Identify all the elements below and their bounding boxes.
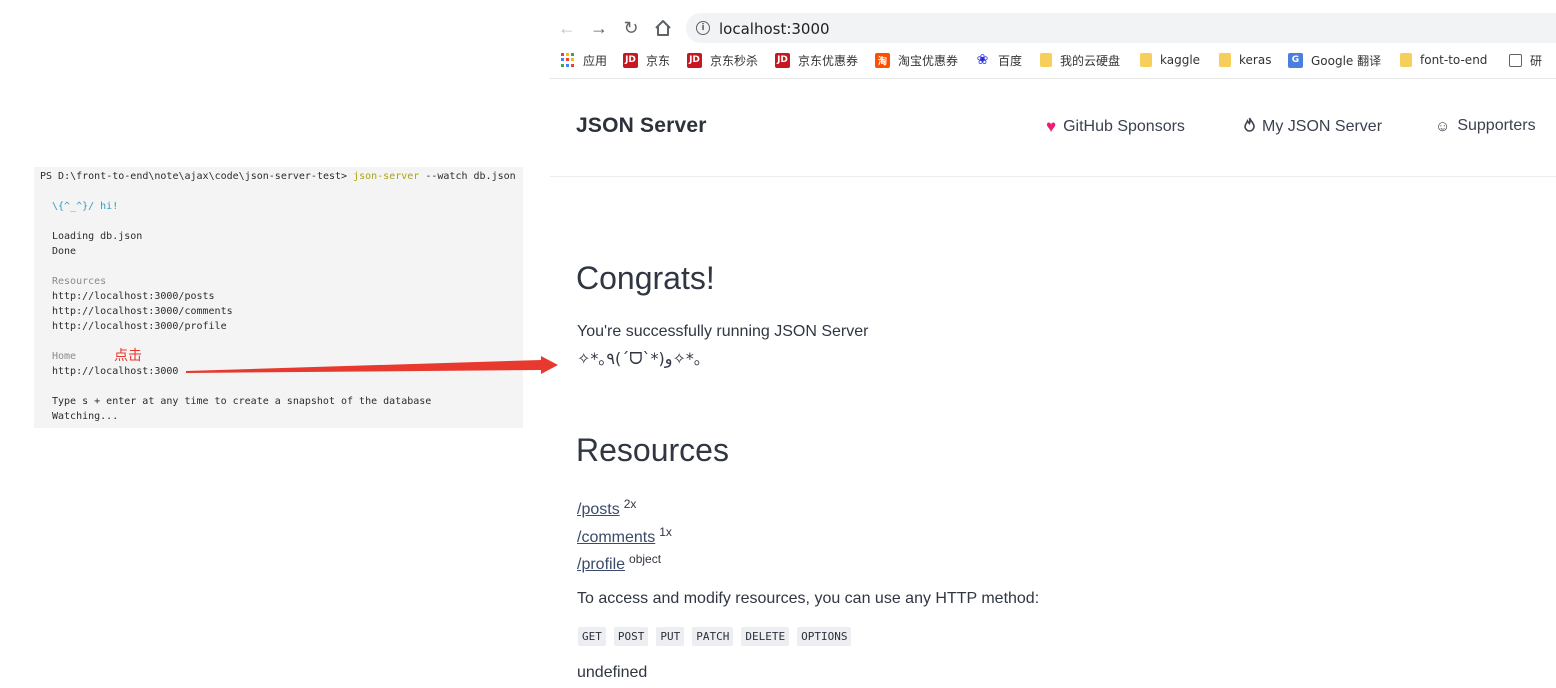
json-server-page: JSON Server ♥ GitHub Sponsors My JSON Se…: [550, 79, 1556, 688]
resource-link-profile[interactable]: /profile: [577, 556, 625, 573]
resource-badge: object: [629, 552, 662, 566]
resources-heading: Resources: [576, 432, 729, 468]
folder-icon: [1040, 53, 1052, 67]
site-header: JSON Server ♥ GitHub Sponsors My JSON Se…: [550, 79, 1556, 177]
bookmark-label: 京东秒杀: [710, 53, 759, 68]
resource-badge: 2x: [623, 497, 637, 511]
bookmark-label: 京东优惠券: [798, 53, 859, 68]
bookmark-label: 我的云硬盘: [1060, 53, 1121, 68]
resource-link-posts[interactable]: /posts: [577, 501, 620, 518]
bookmark-label: Google 翻译: [1311, 53, 1382, 68]
kaomoji: ✧*｡٩(ˊᗜˋ*)و✧*｡: [577, 349, 702, 368]
resource-link-comments[interactable]: /comments: [577, 529, 655, 546]
resource-item: /posts 2x: [577, 497, 636, 519]
bookmark-label: kaggle: [1160, 53, 1201, 67]
bookmark-jd-seckill[interactable]: JD 京东秒杀: [687, 50, 758, 70]
globe-icon: [1509, 53, 1522, 67]
folder-icon: [1219, 53, 1231, 67]
bookmark-label: font-to-end: [1420, 53, 1488, 67]
taobao-icon: 淘: [875, 52, 890, 68]
home-icon: [655, 20, 671, 36]
fire-icon: [1244, 117, 1255, 136]
folder-icon: [1140, 53, 1152, 67]
nav-label: My JSON Server: [1262, 117, 1383, 135]
jd-icon: JD: [687, 52, 702, 68]
bookmark-keras[interactable]: keras: [1219, 50, 1271, 70]
running-message: You're successfully running JSON Server: [577, 323, 869, 340]
address-url[interactable]: localhost:3000: [719, 20, 830, 38]
reload-icon[interactable]: ↻: [620, 17, 642, 39]
resource-item: /comments 1x: [577, 525, 672, 547]
baidu-paw-icon: ❀: [976, 52, 989, 68]
bookmark-label: keras: [1239, 53, 1272, 67]
back-arrow-icon[interactable]: ←: [556, 17, 578, 39]
bookmark-label: 淘宝优惠券: [898, 53, 959, 68]
browser-chrome: ← → ↻ i localhost:3000 应用 JD 京东 JD 京东秒杀 …: [550, 0, 1556, 79]
method-put: PUT: [656, 627, 685, 646]
footer-undefined: undefined: [577, 664, 648, 681]
access-text: To access and modify resources, you can …: [577, 590, 1040, 607]
bookmark-baidu[interactable]: ❀ 百度: [975, 50, 1022, 70]
apps-grid-icon: [560, 52, 575, 68]
address-bar[interactable]: i localhost:3000: [686, 13, 1556, 43]
nav-label: Supporters: [1457, 117, 1536, 134]
folder-icon: [1400, 53, 1412, 67]
jd-icon: JD: [775, 52, 790, 68]
heart-icon: ♥: [1046, 117, 1057, 136]
bookmark-jd[interactable]: JD 京东: [623, 50, 670, 70]
nav-label: GitHub Sponsors: [1063, 118, 1185, 135]
bookmark-research[interactable]: 研: [1509, 50, 1542, 70]
bookmark-taobao-coupon[interactable]: 淘 淘宝优惠券: [875, 50, 958, 70]
resource-badge: 1x: [659, 525, 672, 539]
method-delete: DELETE: [741, 627, 790, 646]
method-post: POST: [613, 627, 649, 646]
forward-arrow-icon[interactable]: →: [588, 17, 610, 39]
bookmark-font-to-end[interactable]: font-to-end: [1400, 50, 1487, 70]
google-translate-icon: G: [1288, 52, 1303, 68]
nav-supporters[interactable]: ☺ Supporters: [1435, 117, 1536, 135]
nav-github-sponsors[interactable]: ♥ GitHub Sponsors: [1046, 117, 1185, 137]
jd-icon: JD: [623, 52, 638, 68]
bookmark-label: 研: [1530, 53, 1543, 68]
bookmark-label: 京东: [646, 53, 671, 68]
smile-icon: ☺: [1435, 117, 1451, 135]
bookmark-label: 应用: [583, 53, 608, 68]
method-get: GET: [578, 627, 606, 646]
brand-title[interactable]: JSON Server: [576, 114, 707, 138]
method-options: OPTIONS: [797, 627, 852, 646]
bookmark-google-translate[interactable]: G Google 翻译: [1288, 50, 1381, 70]
http-methods: GET POST PUT PATCH DELETE OPTIONS: [578, 627, 852, 646]
site-info-icon[interactable]: i: [696, 21, 710, 35]
bookmark-label: 百度: [998, 53, 1023, 68]
bookmark-kaggle[interactable]: kaggle: [1140, 50, 1200, 70]
resource-item: /profile object: [577, 552, 661, 574]
nav-my-json-server[interactable]: My JSON Server: [1244, 117, 1382, 136]
home-icon[interactable]: [652, 17, 674, 39]
method-patch: PATCH: [692, 627, 734, 646]
bookmark-apps[interactable]: 应用: [560, 50, 607, 70]
bookmark-jd-coupon[interactable]: JD 京东优惠券: [775, 50, 858, 70]
bookmark-cloud-drive[interactable]: 我的云硬盘: [1040, 50, 1120, 70]
congrats-heading: Congrats!: [576, 260, 715, 296]
